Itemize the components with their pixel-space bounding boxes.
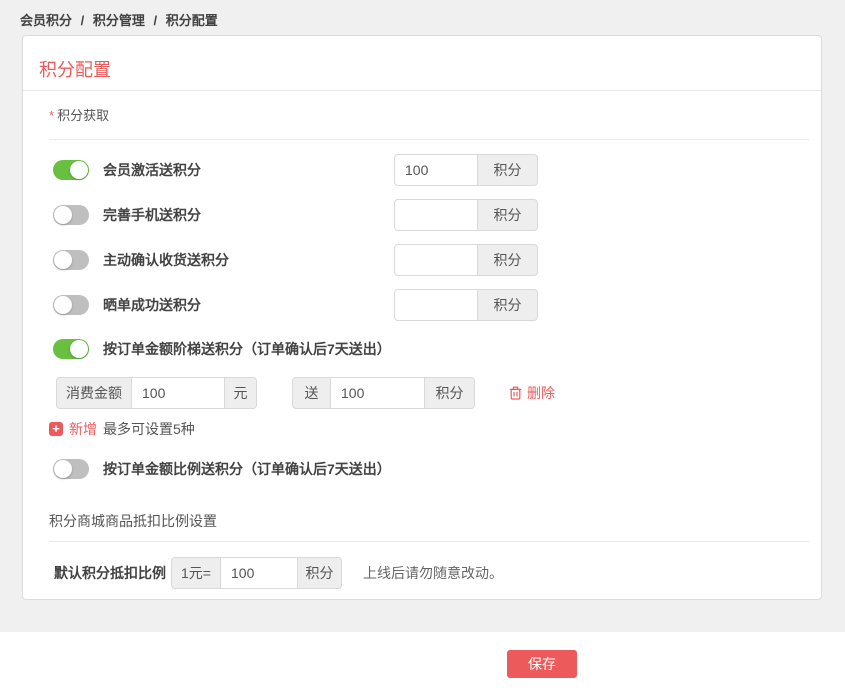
plus-icon: + xyxy=(49,422,63,436)
confirm-receipt-points-input[interactable] xyxy=(394,244,478,276)
unit-addon: 积分 xyxy=(477,289,538,321)
divider xyxy=(49,139,809,140)
add-tier-link[interactable]: + 新增 xyxy=(49,419,97,439)
row-label: 按订单金额阶梯送积分（订单确认后7天送出） xyxy=(103,339,391,359)
tier-value-row: 消费金额 元 送 积分 删除 xyxy=(49,377,795,409)
add-label: 新增 xyxy=(69,419,97,439)
deduction-ratio-row: 默认积分抵扣比例 1元= 积分 上线后请勿随意改动。 xyxy=(49,557,795,589)
spend-amount-label: 消费金额 xyxy=(56,377,132,409)
trash-icon xyxy=(509,386,522,400)
toggle-knob xyxy=(54,460,72,478)
toggle-knob xyxy=(70,340,88,358)
footer-area xyxy=(0,632,845,690)
row-tier-points: 按订单金额阶梯送积分（订单确认后7天送出） xyxy=(49,333,795,365)
review-success-points-input[interactable] xyxy=(394,289,478,321)
points-earn-section-header: *积分获取 xyxy=(49,105,795,124)
yuan-unit-addon: 元 xyxy=(224,377,257,409)
toggle-confirm-receipt[interactable] xyxy=(53,250,89,270)
points-input-group: 积分 xyxy=(394,199,538,231)
points-input-group: 积分 xyxy=(394,244,538,276)
deduction-ratio-group: 1元= 积分 xyxy=(171,557,342,589)
breadcrumb-member-points[interactable]: 会员积分 xyxy=(20,13,72,28)
deduction-note: 上线后请勿随意改动。 xyxy=(363,563,503,583)
row-confirm-receipt: 主动确认收货送积分 积分 xyxy=(49,244,795,276)
points-unit-addon: 积分 xyxy=(297,557,342,589)
add-tier-hint: 最多可设置5种 xyxy=(103,419,195,439)
row-review-success: 晒单成功送积分 积分 xyxy=(49,289,795,321)
spend-amount-input[interactable] xyxy=(131,377,225,409)
give-label-addon: 送 xyxy=(292,377,331,409)
row-label: 完善手机送积分 xyxy=(103,205,201,225)
row-label: 主动确认收货送积分 xyxy=(103,250,229,270)
page-title: 积分配置 xyxy=(23,36,821,91)
complete-phone-points-input[interactable] xyxy=(394,199,478,231)
points-input-group: 积分 xyxy=(394,154,538,186)
toggle-knob xyxy=(54,296,72,314)
toggle-review-success[interactable] xyxy=(53,295,89,315)
yuan-equals-addon: 1元= xyxy=(171,557,221,589)
row-member-activation: 会员激活送积分 积分 xyxy=(49,154,795,186)
divider xyxy=(49,541,809,542)
add-tier-row: + 新增 最多可设置5种 xyxy=(49,421,795,437)
save-button[interactable]: 保存 xyxy=(507,650,577,678)
toggle-complete-phone[interactable] xyxy=(53,205,89,225)
breadcrumb: 会员积分 / 积分管理 / 积分配置 xyxy=(20,10,218,29)
delete-tier-link[interactable]: 删除 xyxy=(509,383,555,403)
give-points-input[interactable] xyxy=(330,377,425,409)
spend-amount-group: 消费金额 元 xyxy=(56,377,257,409)
toggle-member-activation[interactable] xyxy=(53,160,89,180)
breadcrumb-points-management[interactable]: 积分管理 xyxy=(93,13,145,28)
page: 会员积分 / 积分管理 / 积分配置 积分配置 *积分获取 会员激活送积分 积分 xyxy=(0,0,845,690)
member-activation-points-input[interactable] xyxy=(394,154,478,186)
toggle-ratio-points[interactable] xyxy=(53,459,89,479)
required-mark: * xyxy=(49,108,54,123)
row-complete-phone: 完善手机送积分 积分 xyxy=(49,199,795,231)
toggle-knob xyxy=(54,206,72,224)
breadcrumb-separator: / xyxy=(81,13,85,28)
points-config-card: 积分配置 *积分获取 会员激活送积分 积分 完善手机送积分 xyxy=(22,35,822,600)
unit-addon: 积分 xyxy=(477,244,538,276)
deduction-section-label: 积分商城商品抵扣比例设置 xyxy=(49,511,217,531)
give-points-group: 送 积分 xyxy=(292,377,475,409)
row-ratio-points: 按订单金额比例送积分（订单确认后7天送出） xyxy=(49,453,795,485)
row-label: 晒单成功送积分 xyxy=(103,295,201,315)
breadcrumb-separator: / xyxy=(154,13,158,28)
unit-addon: 积分 xyxy=(477,154,538,186)
delete-label: 删除 xyxy=(527,383,555,403)
points-earn-section-label: 积分获取 xyxy=(57,108,109,123)
toggle-knob xyxy=(54,251,72,269)
row-label: 会员激活送积分 xyxy=(103,160,201,180)
breadcrumb-points-config[interactable]: 积分配置 xyxy=(166,13,218,28)
deduction-row-label: 默认积分抵扣比例 xyxy=(54,563,166,583)
deduction-points-input[interactable] xyxy=(220,557,298,589)
row-label: 按订单金额比例送积分（订单确认后7天送出） xyxy=(103,459,391,479)
points-unit-addon: 积分 xyxy=(424,377,475,409)
unit-addon: 积分 xyxy=(477,199,538,231)
toggle-knob xyxy=(70,161,88,179)
points-input-group: 积分 xyxy=(394,289,538,321)
deduction-section-header: 积分商城商品抵扣比例设置 xyxy=(49,511,795,531)
toggle-tier-points[interactable] xyxy=(53,339,89,359)
